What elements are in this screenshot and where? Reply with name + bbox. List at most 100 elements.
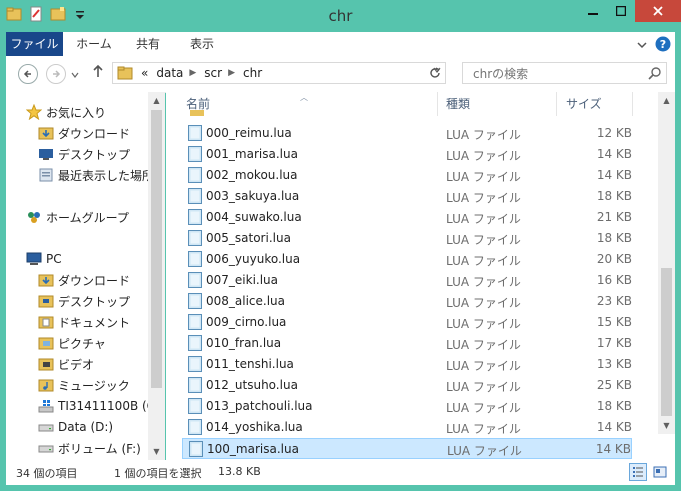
scroll-thumb[interactable] — [151, 110, 162, 388]
file-name: 001_marisa.lua — [206, 147, 298, 161]
file-row[interactable]: 010_fran.lua LUA ファイル 17 KB — [182, 333, 632, 354]
file-type: LUA ファイル — [446, 170, 521, 184]
nav-homegroup[interactable]: ホームグループ — [26, 207, 129, 227]
refresh-button[interactable] — [424, 62, 446, 84]
large-icons-view-button[interactable] — [651, 463, 669, 481]
file-row[interactable]: 014_yoshika.lua LUA ファイル 14 KB — [182, 417, 632, 438]
music-folder-icon — [38, 377, 54, 393]
nav-desktop[interactable]: デスクトップ — [38, 144, 130, 164]
lua-file-icon — [188, 293, 202, 309]
file-row[interactable]: 012_utsuho.lua LUA ファイル 25 KB — [182, 375, 632, 396]
column-header-size[interactable]: サイズ — [566, 92, 602, 116]
drive-icon — [38, 440, 54, 456]
nav-videos[interactable]: ビデオ — [38, 354, 94, 374]
nav-pc-downloads[interactable]: ダウンロード — [38, 270, 130, 290]
file-type: LUA ファイル — [446, 380, 521, 394]
scroll-down-icon[interactable]: ▼ — [148, 443, 165, 460]
nav-pc-desktop[interactable]: デスクトップ — [38, 291, 130, 311]
recent-locations-icon[interactable] — [71, 68, 79, 82]
file-list-pane: 名前 ︿ 種類 サイズ 000_reimu.lua LUA ファイル 12 KB 00… — [166, 92, 675, 460]
tab-view[interactable]: 表示 — [178, 32, 226, 56]
file-row[interactable]: 011_tenshi.lua LUA ファイル 13 KB — [182, 354, 632, 375]
file-name: 003_sakuya.lua — [206, 189, 300, 203]
nav-recent-places[interactable]: 最近表示した場所 — [38, 165, 154, 185]
breadcrumb-separator-icon[interactable]: ▶ — [189, 68, 196, 78]
status-selected-size: 13.8 KB — [218, 465, 261, 478]
lua-file-icon — [188, 398, 202, 414]
file-row[interactable]: 007_eiki.lua LUA ファイル 16 KB — [182, 270, 632, 291]
file-size: 14 KB — [596, 147, 632, 161]
nav-pc[interactable]: PC — [26, 249, 62, 269]
column-divider[interactable] — [556, 92, 557, 116]
scroll-up-icon[interactable]: ▲ — [658, 92, 675, 109]
up-button[interactable] — [92, 64, 104, 82]
search-input[interactable] — [471, 64, 645, 84]
scroll-down-icon[interactable]: ▼ — [658, 417, 675, 434]
file-type: LUA ファイル — [446, 275, 521, 289]
scroll-thumb[interactable] — [661, 268, 672, 416]
partial-row-icon — [190, 110, 204, 116]
breadcrumb-chr[interactable]: chr — [243, 66, 262, 80]
nav-favorites[interactable]: お気に入り — [26, 102, 106, 122]
details-view-button[interactable] — [629, 463, 647, 481]
nav-music[interactable]: ミュージック — [38, 375, 130, 395]
column-divider[interactable] — [437, 92, 438, 116]
back-button[interactable] — [18, 64, 38, 84]
lua-file-icon — [188, 272, 202, 288]
column-divider[interactable] — [632, 92, 633, 116]
file-size: 13 KB — [596, 357, 632, 371]
close-button[interactable] — [635, 0, 681, 22]
search-icon[interactable] — [648, 66, 662, 83]
file-name: 100_marisa.lua — [207, 442, 299, 456]
file-type: LUA ファイル — [446, 254, 521, 268]
nav-scrollbar[interactable]: ▲ ▼ — [148, 92, 165, 460]
maximize-button[interactable] — [607, 0, 635, 22]
lua-file-icon — [188, 167, 202, 183]
file-row[interactable]: 009_cirno.lua LUA ファイル 15 KB — [182, 312, 632, 333]
file-size: 18 KB — [596, 399, 632, 413]
videos-folder-icon — [38, 356, 54, 372]
nav-downloads[interactable]: ダウンロード — [38, 123, 130, 143]
expand-ribbon-icon[interactable] — [637, 39, 647, 53]
breadcrumb-data[interactable]: data — [156, 66, 183, 80]
file-size: 14 KB — [596, 168, 632, 182]
minimize-button[interactable] — [579, 0, 607, 22]
file-row[interactable]: 004_suwako.lua LUA ファイル 21 KB — [182, 207, 632, 228]
search-box[interactable] — [462, 62, 667, 84]
file-scrollbar[interactable]: ▲ ▼ — [658, 92, 675, 434]
nav-documents[interactable]: ドキュメント — [38, 312, 130, 332]
file-row[interactable]: 013_patchouli.lua LUA ファイル 18 KB — [182, 396, 632, 417]
lua-file-icon — [188, 377, 202, 393]
file-row[interactable]: 006_yuyuko.lua LUA ファイル 20 KB — [182, 249, 632, 270]
tab-share[interactable]: 共有 — [124, 32, 172, 56]
lua-file-icon — [188, 230, 202, 246]
address-box[interactable]: « data ▶ scr ▶ chr — [112, 62, 446, 84]
file-row[interactable]: 000_reimu.lua LUA ファイル 12 KB — [182, 123, 632, 144]
file-row[interactable]: 001_marisa.lua LUA ファイル 14 KB — [182, 144, 632, 165]
file-name: 004_suwako.lua — [206, 210, 302, 224]
nav-drive-d[interactable]: Data (D:) — [38, 417, 113, 437]
lua-file-icon — [188, 146, 202, 162]
file-row[interactable]: 100_marisa.lua LUA ファイル 14 KB — [182, 438, 632, 459]
breadcrumb-separator-icon[interactable]: ▶ — [228, 68, 235, 78]
breadcrumb-scr[interactable]: scr — [204, 66, 222, 80]
file-type: LUA ファイル — [446, 422, 521, 436]
column-header-type[interactable]: 種類 — [446, 92, 470, 116]
forward-button[interactable] — [46, 64, 66, 84]
file-row[interactable]: 002_mokou.lua LUA ファイル 14 KB — [182, 165, 632, 186]
help-icon[interactable]: ? — [655, 36, 671, 55]
lua-file-icon — [189, 441, 203, 457]
details-view-icon — [633, 467, 643, 477]
nav-drive-c[interactable]: TI31411100B (C — [38, 396, 155, 416]
nav-pictures[interactable]: ピクチャ — [38, 333, 106, 353]
file-name: 009_cirno.lua — [206, 315, 287, 329]
address-overflow[interactable]: « — [141, 66, 148, 80]
file-row[interactable]: 005_satori.lua LUA ファイル 18 KB — [182, 228, 632, 249]
file-name: 013_patchouli.lua — [206, 399, 313, 413]
tab-file[interactable]: ファイル — [6, 32, 63, 56]
nav-drive-f[interactable]: ボリューム (F:) — [38, 438, 141, 458]
scroll-up-icon[interactable]: ▲ — [148, 92, 165, 109]
tab-home[interactable]: ホーム — [68, 32, 120, 56]
file-row[interactable]: 003_sakuya.lua LUA ファイル 18 KB — [182, 186, 632, 207]
file-row[interactable]: 008_alice.lua LUA ファイル 23 KB — [182, 291, 632, 312]
